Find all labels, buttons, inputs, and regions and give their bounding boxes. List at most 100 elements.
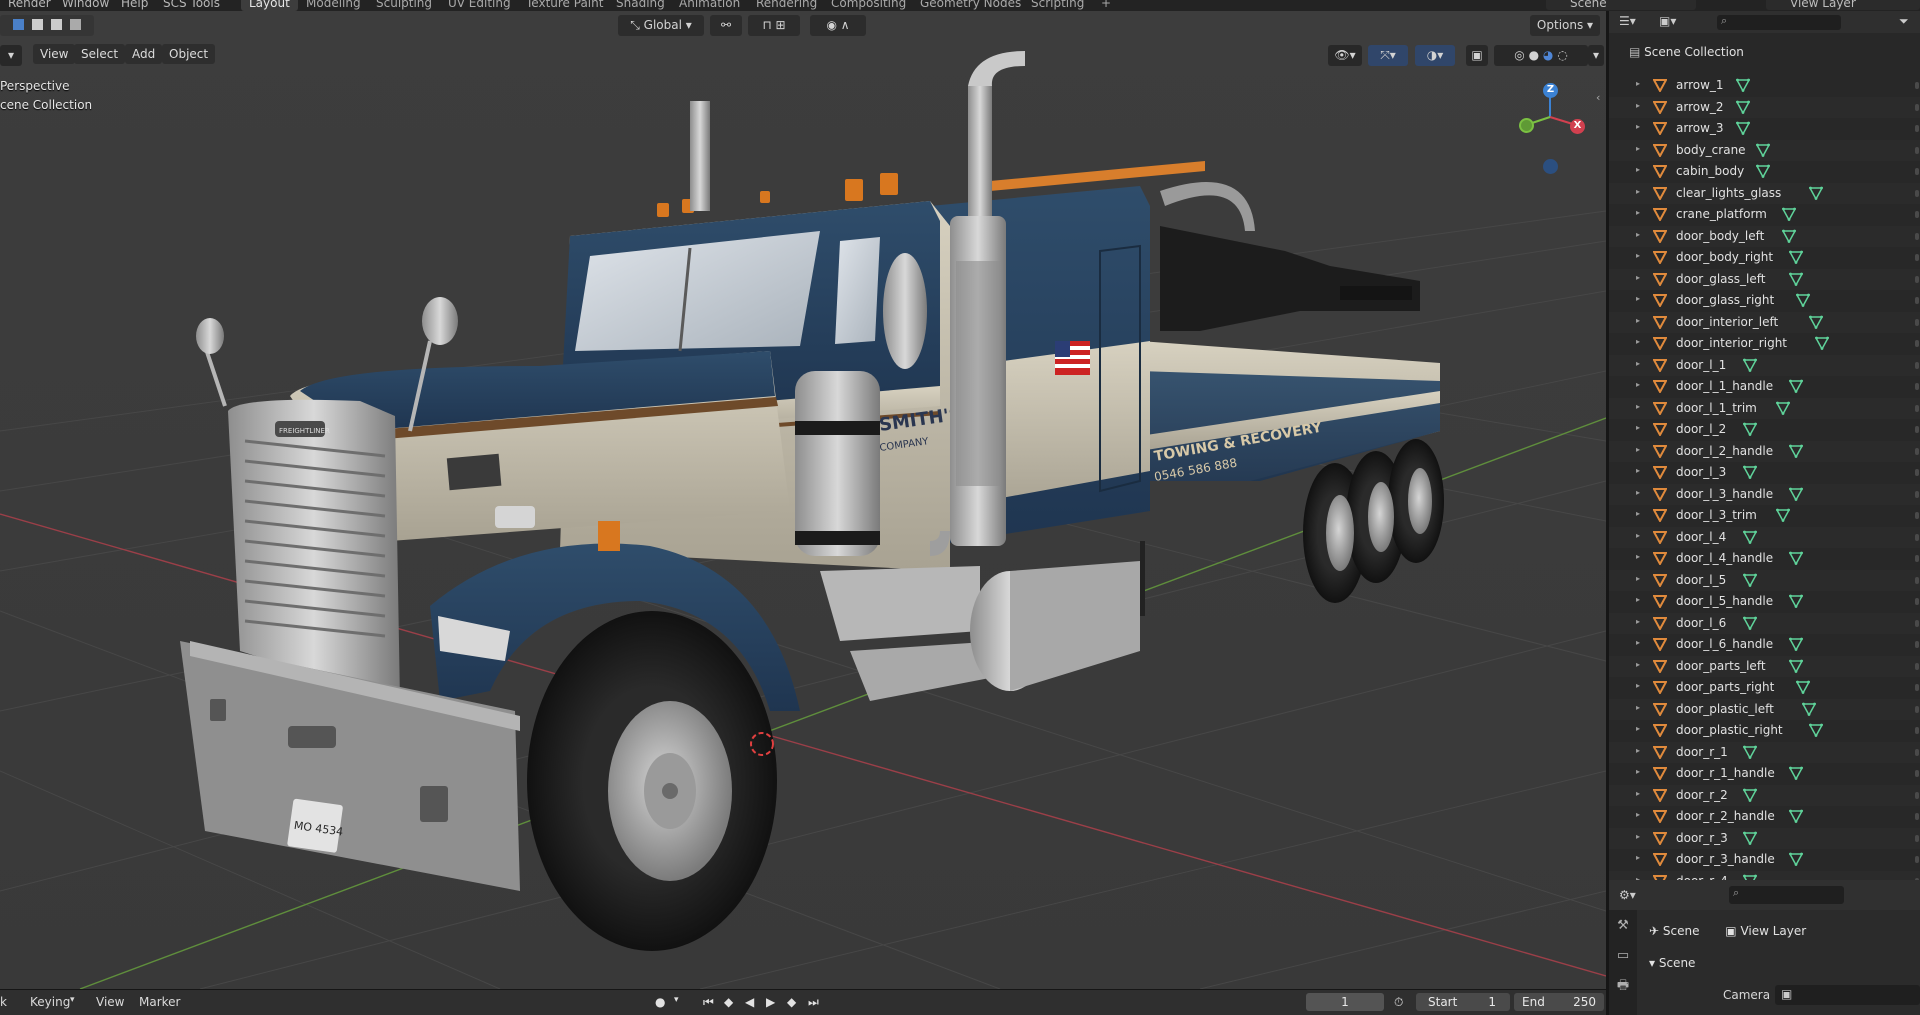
expand-arrow-icon[interactable]: ▸ <box>1636 832 1640 841</box>
outliner-item[interactable]: ▸ door_l_4 <box>1609 526 1920 548</box>
tab-uv-editing[interactable]: UV Editing <box>440 0 519 11</box>
shading-options-button[interactable]: ▾ <box>1588 45 1604 66</box>
expand-arrow-icon[interactable]: ▸ <box>1636 144 1640 153</box>
outliner-item[interactable]: ▸ crane_platform <box>1609 204 1920 226</box>
outliner-item[interactable]: ▸ door_l_5_handle <box>1609 591 1920 613</box>
proportional-edit-button[interactable]: ◉ ∧ <box>810 15 866 36</box>
mesh-data-icon[interactable] <box>1782 229 1797 243</box>
menu-keying[interactable]: Keying <box>30 995 70 1009</box>
select-subtract-icon[interactable] <box>51 19 62 30</box>
mesh-data-icon[interactable] <box>1808 315 1823 329</box>
mesh-data-icon[interactable] <box>1808 723 1823 737</box>
select-invert-icon[interactable] <box>70 19 81 30</box>
mesh-data-icon[interactable] <box>1742 465 1757 479</box>
shading-mode-buttons[interactable]: ◎ ● ◕ ◌ <box>1494 45 1588 66</box>
menu-view-timeline[interactable]: View <box>96 995 124 1009</box>
expand-arrow-icon[interactable]: ▸ <box>1636 681 1640 690</box>
menu-object[interactable]: Object <box>162 44 216 64</box>
mesh-data-icon[interactable] <box>1789 551 1803 565</box>
tab-shading[interactable]: Shading <box>608 0 673 11</box>
mesh-data-icon[interactable] <box>1742 831 1757 845</box>
play-reverse-icon[interactable]: ◀ <box>745 995 754 1009</box>
outliner-item[interactable]: ▸ door_plastic_right <box>1609 720 1920 742</box>
mesh-data-icon[interactable] <box>1789 272 1803 286</box>
tab-rendering[interactable]: Rendering <box>748 0 825 11</box>
outliner-item[interactable]: ▸ door_l_4_handle <box>1609 548 1920 570</box>
mesh-data-icon[interactable] <box>1742 745 1757 759</box>
tab-animation[interactable]: Animation <box>671 0 748 11</box>
mesh-data-icon[interactable] <box>1742 358 1757 372</box>
visibility-button[interactable]: 👁▾ <box>1328 45 1362 66</box>
rendered-icon[interactable]: ◌ <box>1557 48 1567 62</box>
expand-arrow-icon[interactable]: ▸ <box>1636 574 1640 583</box>
expand-arrow-icon[interactable]: ▸ <box>1636 273 1640 282</box>
outliner-item[interactable]: ▸ door_r_3 <box>1609 827 1920 849</box>
mesh-data-icon[interactable] <box>1789 444 1803 458</box>
expand-arrow-icon[interactable]: ▸ <box>1636 380 1640 389</box>
mesh-data-icon[interactable] <box>1802 702 1817 716</box>
menu-marker[interactable]: Marker <box>139 995 180 1009</box>
expand-arrow-icon[interactable]: ▸ <box>1636 466 1640 475</box>
material-icon[interactable]: ◕ <box>1543 48 1553 62</box>
mesh-data-icon[interactable] <box>1789 766 1803 780</box>
view-layer-selector[interactable]: View Layer <box>1766 0 1920 10</box>
preview-range-icon[interactable]: ⏱ <box>1394 995 1403 1010</box>
tab-modeling[interactable]: Modeling <box>298 0 369 11</box>
end-frame-field[interactable]: End 250 <box>1514 993 1604 1011</box>
gizmo-toggle-button[interactable]: ⤧▾ <box>1368 45 1408 66</box>
expand-arrow-icon[interactable]: ▸ <box>1636 316 1640 325</box>
next-keyframe-icon[interactable]: ◆ <box>787 995 796 1009</box>
expand-arrow-icon[interactable]: ▸ <box>1636 79 1640 88</box>
tab-sculpting[interactable]: Sculpting <box>368 0 440 11</box>
mesh-data-icon[interactable] <box>1742 422 1757 436</box>
expand-arrow-icon[interactable]: ▸ <box>1636 724 1640 733</box>
expand-arrow-icon[interactable]: ▸ <box>1636 660 1640 669</box>
wireframe-icon[interactable]: ◎ <box>1514 48 1524 62</box>
menu-window[interactable]: Window <box>62 0 109 10</box>
expand-arrow-icon[interactable]: ▸ <box>1636 552 1640 561</box>
select-mode-buttons[interactable] <box>0 15 94 36</box>
filter-icon[interactable]: ⏷ <box>1899 14 1909 29</box>
outliner-item[interactable]: ▸ door_plastic_left <box>1609 698 1920 720</box>
menu-render[interactable]: Render <box>8 0 51 10</box>
gizmo-neg-z-axis[interactable] <box>1543 159 1558 174</box>
outliner-item[interactable]: ▸ body_crane <box>1609 139 1920 161</box>
tab-layout[interactable]: Layout <box>241 0 298 11</box>
expand-arrow-icon[interactable]: ▸ <box>1636 337 1640 346</box>
select-extend-icon[interactable] <box>32 19 43 30</box>
outliner-search-input[interactable]: ⌕ <box>1717 14 1841 30</box>
output-tab-icon[interactable]: 🖶 <box>1615 976 1631 993</box>
xray-toggle-button[interactable]: ▣ <box>1466 45 1488 66</box>
solid-icon[interactable]: ● <box>1529 48 1539 62</box>
mesh-data-icon[interactable] <box>1742 616 1757 630</box>
menu-scs-tools[interactable]: SCS Tools <box>163 0 220 10</box>
expand-arrow-icon[interactable]: ▸ <box>1636 122 1640 131</box>
outliner-item[interactable]: ▸ door_r_3_handle <box>1609 849 1920 871</box>
menu-select[interactable]: Select <box>74 44 126 64</box>
menu-help[interactable]: Help <box>121 0 148 10</box>
outliner-item[interactable]: ▸ door_l_2 <box>1609 419 1920 441</box>
mesh-data-icon[interactable] <box>1795 293 1810 307</box>
outliner-item[interactable]: ▸ door_interior_right <box>1609 333 1920 355</box>
outliner-scene-collection[interactable]: ▤ Scene Collection <box>1629 45 1744 65</box>
mesh-data-icon[interactable] <box>1756 143 1770 157</box>
mesh-data-icon[interactable] <box>1808 186 1823 200</box>
mesh-data-icon[interactable] <box>1789 250 1803 264</box>
render-tab-icon[interactable]: ▭ <box>1615 948 1631 964</box>
expand-arrow-icon[interactable]: ▸ <box>1636 230 1640 239</box>
expand-arrow-icon[interactable]: ▸ <box>1636 402 1640 411</box>
outliner-item[interactable]: ▸ door_glass_left <box>1609 268 1920 290</box>
mesh-data-icon[interactable] <box>1742 788 1757 802</box>
collapse-sidebar-icon[interactable]: ‹ <box>1596 91 1600 104</box>
expand-arrow-icon[interactable]: ▸ <box>1636 638 1640 647</box>
snap-button[interactable]: ⊓ ⊞ <box>748 15 800 36</box>
outliner-item[interactable]: ▸ door_body_right <box>1609 247 1920 269</box>
navigation-gizmo[interactable]: Z X <box>1510 79 1590 174</box>
outliner-item[interactable]: ▸ clear_lights_glass <box>1609 182 1920 204</box>
menu-add[interactable]: Add <box>125 44 163 64</box>
outliner-item[interactable]: ▸ door_l_6 <box>1609 612 1920 634</box>
expand-arrow-icon[interactable]: ▸ <box>1636 187 1640 196</box>
outliner-item[interactable]: ▸ door_r_1_handle <box>1609 763 1920 785</box>
outliner-item[interactable]: ▸ door_l_1_trim <box>1609 397 1920 419</box>
expand-arrow-icon[interactable]: ▸ <box>1636 746 1640 755</box>
